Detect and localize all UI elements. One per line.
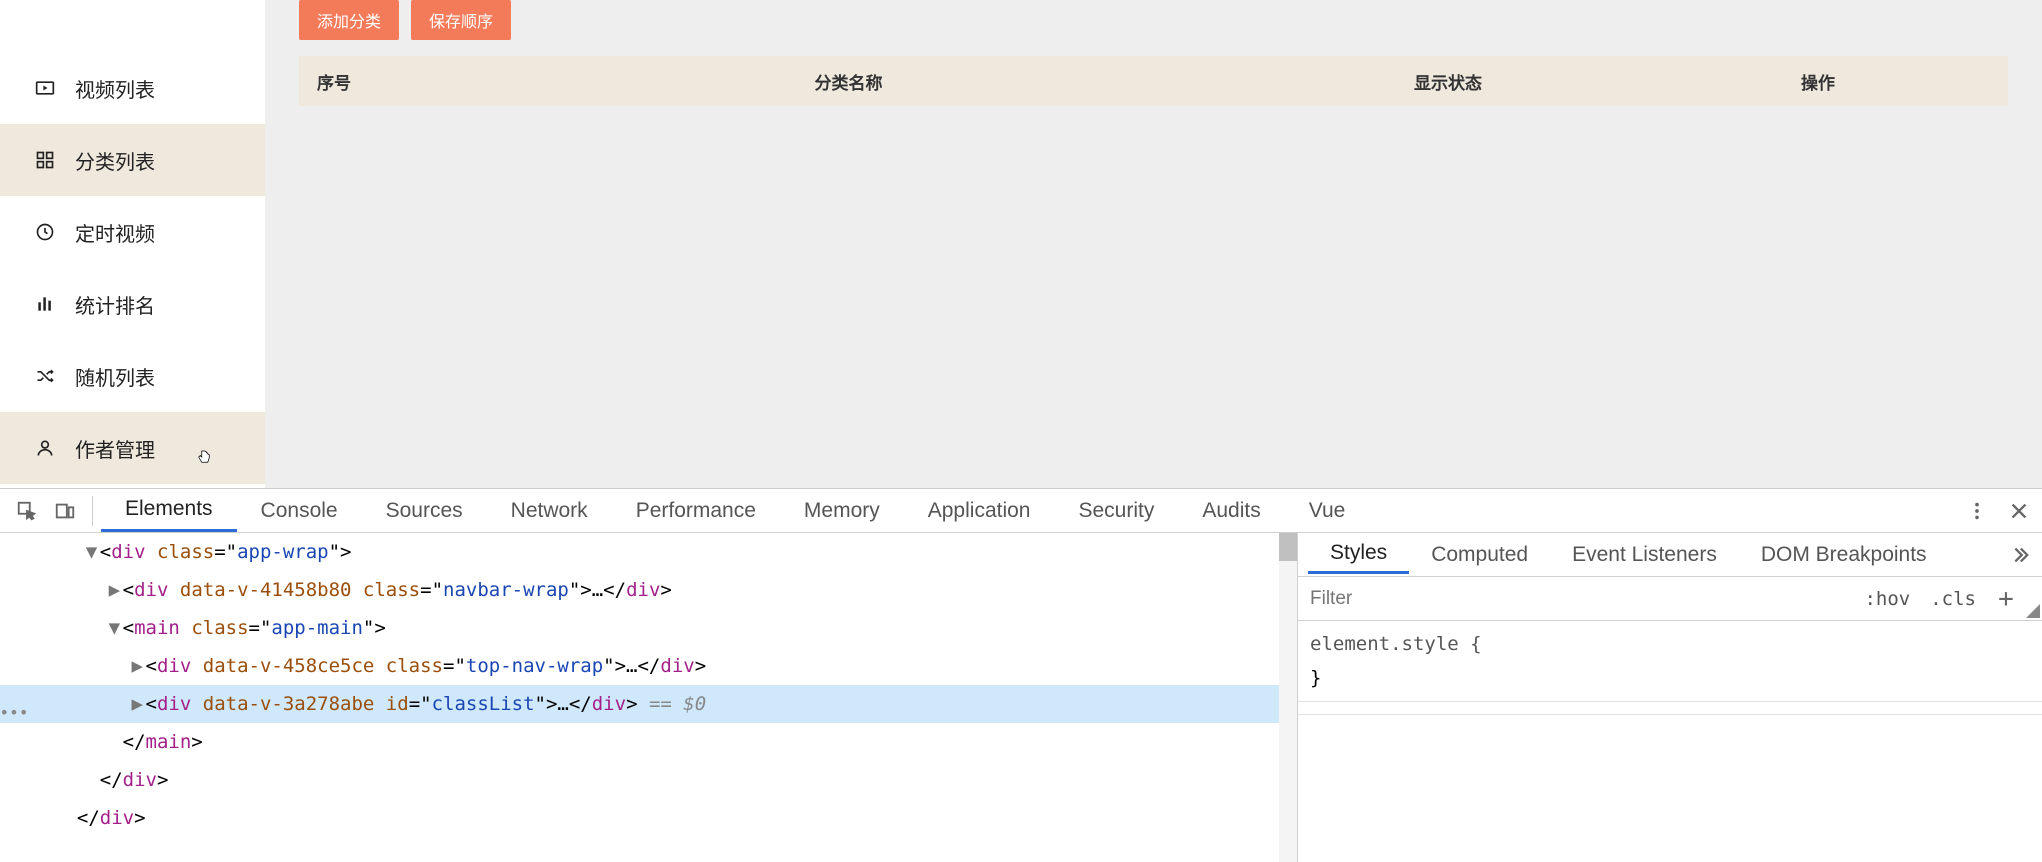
sidebar-item-label: 分类列表	[75, 146, 155, 175]
styles-filter-input[interactable]	[1298, 577, 1854, 620]
th-status: 显示状态	[1268, 69, 1628, 94]
styles-subtabs: Styles Computed Event Listeners DOM Brea…	[1298, 533, 2042, 577]
bar-chart-icon	[35, 294, 55, 314]
css-rule[interactable]: element.style {}	[1298, 621, 2042, 702]
dom-line[interactable]: ▼<main class="app-main">	[0, 609, 1297, 647]
table-header-row: 序号 分类名称 显示状态 操作	[299, 56, 2008, 106]
sidebar-item-label: 视频列表	[75, 74, 155, 103]
toolbar: 添加分类 保存顺序	[265, 0, 2042, 56]
tab-audits[interactable]: Audits	[1178, 491, 1284, 531]
tab-network[interactable]: Network	[487, 491, 612, 531]
hov-toggle[interactable]: :hov	[1854, 588, 1920, 610]
th-name: 分类名称	[429, 69, 1268, 94]
dom-line[interactable]: </div>	[0, 799, 1297, 837]
close-devtools-icon[interactable]	[2000, 492, 2038, 530]
resize-corner-icon[interactable]	[2026, 604, 2040, 618]
tab-elements[interactable]: Elements	[101, 489, 237, 532]
sidebar-item-random-list[interactable]: 随机列表	[0, 340, 265, 412]
grid-icon	[35, 150, 55, 170]
user-icon	[35, 438, 55, 458]
devtools-tab-bar: Elements Console Sources Network Perform…	[0, 489, 2042, 533]
dom-line[interactable]: </div>	[0, 761, 1297, 799]
dom-tree-panel[interactable]: ••• ▼<div class="app-wrap"> ▶<div data-v…	[0, 533, 1297, 862]
sidebar-item-author-management[interactable]: 作者管理	[0, 412, 265, 484]
tab-console[interactable]: Console	[237, 491, 362, 531]
tab-security[interactable]: Security	[1054, 491, 1178, 531]
cls-toggle[interactable]: .cls	[1920, 588, 1986, 610]
new-style-rule-icon[interactable]: +	[1986, 584, 2026, 614]
gutter-dots-icon: •••	[0, 693, 28, 733]
play-list-icon	[35, 78, 55, 98]
subtab-styles[interactable]: Styles	[1308, 535, 1409, 574]
sidebar: 视频列表 分类列表 定时视频 统计排名 随机列表	[0, 0, 265, 488]
clock-icon	[35, 222, 55, 242]
dom-line[interactable]: ▶<div data-v-41458b80 class="navbar-wrap…	[0, 571, 1297, 609]
tab-vue[interactable]: Vue	[1285, 491, 1370, 531]
inspect-element-icon[interactable]	[8, 492, 46, 530]
dom-line[interactable]: ▶<div data-v-3a278abe id="classList">…</…	[0, 685, 1297, 723]
save-order-button[interactable]: 保存顺序	[411, 0, 511, 40]
subtab-event-listeners[interactable]: Event Listeners	[1550, 537, 1739, 573]
sidebar-item-scheduled-video[interactable]: 定时视频	[0, 196, 265, 268]
dom-line[interactable]: ▼<div class="app-wrap">	[0, 533, 1297, 571]
kebab-menu-icon[interactable]	[1958, 492, 1996, 530]
shuffle-icon	[35, 366, 55, 386]
add-category-button[interactable]: 添加分类	[299, 0, 399, 40]
sidebar-item-video-list[interactable]: 视频列表	[0, 52, 265, 124]
sidebar-item-label: 统计排名	[75, 290, 155, 319]
dom-line[interactable]: ▶<div data-v-458ce5ce class="top-nav-wra…	[0, 647, 1297, 685]
tab-application[interactable]: Application	[904, 491, 1055, 531]
th-seq: 序号	[299, 69, 429, 94]
tab-performance[interactable]: Performance	[612, 491, 780, 531]
main-content: 添加分类 保存顺序 序号 分类名称 显示状态 操作	[265, 0, 2042, 488]
device-toggle-icon[interactable]	[46, 492, 84, 530]
styles-panel: Styles Computed Event Listeners DOM Brea…	[1297, 533, 2042, 862]
sidebar-item-label: 随机列表	[75, 362, 155, 391]
chevron-right-icon[interactable]	[2000, 536, 2038, 574]
sidebar-item-label: 定时视频	[75, 218, 155, 247]
filter-row: :hov .cls +	[1298, 577, 2042, 621]
css-rule[interactable]: </span><div class="rule-sel"><span class…	[1298, 702, 2042, 715]
tab-memory[interactable]: Memory	[780, 491, 904, 531]
dom-scrollbar[interactable]	[1279, 533, 1297, 862]
devtools-panel: Elements Console Sources Network Perform…	[0, 488, 2042, 862]
subtab-dom-breakpoints[interactable]: DOM Breakpoints	[1739, 537, 1949, 573]
dom-line[interactable]: </main>	[0, 723, 1297, 761]
th-action: 操作	[1628, 69, 2008, 94]
sidebar-item-category-list[interactable]: 分类列表	[0, 124, 265, 196]
sidebar-item-label: 作者管理	[75, 434, 155, 463]
tab-sources[interactable]: Sources	[362, 491, 487, 531]
sidebar-item-stats-ranking[interactable]: 统计排名	[0, 268, 265, 340]
subtab-computed[interactable]: Computed	[1409, 537, 1550, 573]
